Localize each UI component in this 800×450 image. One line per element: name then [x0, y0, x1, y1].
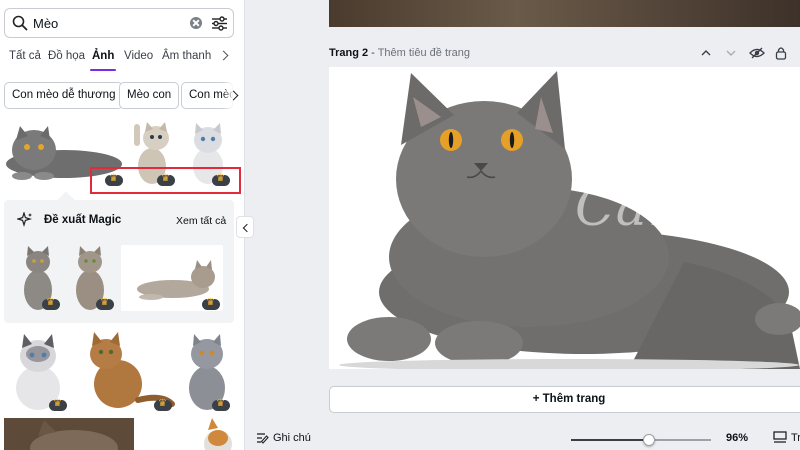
suggestion-chip-cute-cat[interactable]: Con mèo dễ thương	[4, 82, 124, 109]
premium-crown-icon	[49, 398, 67, 411]
search-input[interactable]	[33, 14, 183, 32]
premium-crown-icon	[154, 398, 172, 411]
zoom-fill	[571, 439, 650, 441]
notes-icon[interactable]	[256, 432, 269, 444]
pages-button[interactable]: Tr	[791, 432, 800, 444]
page-header: Trang 2 - Thêm tiêu đề trang	[329, 47, 470, 59]
lock-icon[interactable]	[775, 46, 787, 60]
search-icon	[12, 15, 28, 31]
search-box[interactable]	[4, 8, 234, 38]
cat-photo-orange[interactable]	[198, 418, 234, 450]
suggestion-chip-kitten[interactable]: Mèo con	[119, 82, 180, 109]
previous-page-preview[interactable]	[329, 0, 800, 27]
chevron-down-icon[interactable]	[725, 46, 737, 60]
magic-title: Đề xuất Magic	[44, 214, 122, 226]
tab-all[interactable]: Tất cả	[9, 50, 41, 62]
see-all-link[interactable]: Xem tất cả	[176, 215, 226, 227]
pages-view-icon[interactable]	[773, 431, 787, 444]
zoom-slider[interactable]	[571, 434, 711, 446]
chevron-right-icon[interactable]	[218, 50, 229, 61]
premium-crown-icon	[202, 297, 220, 310]
category-tabs: Tất cả Đồ họa Ảnh Video Âm thanh	[0, 44, 244, 72]
canva-watermark: Canva	[575, 178, 745, 238]
zoom-handle[interactable]	[643, 434, 656, 446]
tab-photos[interactable]: Ảnh	[92, 50, 114, 62]
page-number: Trang 2	[329, 47, 369, 59]
magic-suggestions: Đề xuất Magic Xem tất cả	[4, 191, 234, 323]
add-page-button[interactable]: + Thêm trang	[329, 386, 800, 413]
red-highlight-box	[90, 167, 241, 194]
page-title-input[interactable]: Thêm tiêu đề trang	[378, 47, 470, 59]
tab-audio[interactable]: Âm thanh	[162, 50, 211, 62]
bottom-bar: Ghi chú 96% Tr	[245, 426, 800, 450]
sparkle-icon	[17, 212, 33, 228]
chips-scroll-right-icon[interactable]	[222, 82, 244, 109]
zoom-percentage[interactable]: 96%	[726, 432, 748, 444]
active-tab-indicator	[90, 69, 116, 71]
clear-icon[interactable]	[190, 17, 202, 29]
premium-crown-icon	[42, 297, 60, 310]
hide-eye-icon[interactable]	[749, 46, 765, 60]
notes-button[interactable]: Ghi chú	[273, 432, 311, 444]
filter-icon[interactable]	[211, 15, 228, 32]
magic-notch	[57, 191, 75, 209]
collapse-panel-button[interactable]	[236, 216, 254, 238]
premium-crown-icon	[212, 398, 230, 411]
page-separator: -	[368, 47, 378, 59]
premium-crown-icon	[96, 297, 114, 310]
chevron-up-icon[interactable]	[700, 46, 712, 60]
search-panel: Tất cả Đồ họa Ảnh Video Âm thanh Con mèo…	[0, 0, 245, 450]
cat-photo-closeup[interactable]	[4, 418, 134, 450]
tab-video[interactable]: Video	[124, 50, 153, 62]
tab-graphics[interactable]: Đồ họa	[48, 50, 85, 62]
